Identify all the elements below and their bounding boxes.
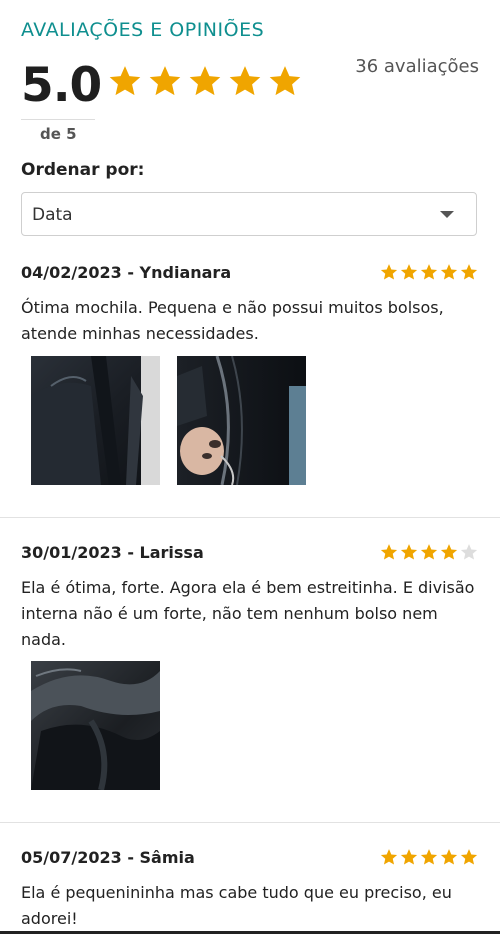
average-score: 5.0 <box>21 58 102 113</box>
review-header: 30/01/2023 - Larissa <box>21 543 204 562</box>
star-filled-icon <box>460 264 478 280</box>
scale-divider <box>21 119 95 120</box>
review-item: 30/01/2023 - Larissa Ela é ótima, forte.… <box>0 543 500 803</box>
star-filled-icon <box>420 849 438 865</box>
review-header: 04/02/2023 - Yndianara <box>21 263 232 282</box>
star-filled-icon <box>400 849 418 865</box>
score-scale: de 5 <box>40 125 77 143</box>
star-filled-icon <box>400 264 418 280</box>
review-photo[interactable] <box>31 356 160 485</box>
star-filled-icon <box>400 544 418 560</box>
review-photo[interactable] <box>177 356 306 485</box>
star-filled-icon <box>440 264 458 280</box>
review-header: 05/07/2023 - Sâmia <box>21 848 195 867</box>
star-filled-icon <box>420 544 438 560</box>
average-stars <box>108 64 302 98</box>
chevron-down-icon <box>440 211 454 218</box>
star-filled-icon <box>380 849 398 865</box>
review-text: Ela é ótima, forte. Agora ela é bem estr… <box>21 578 475 649</box>
star-filled-icon <box>440 849 458 865</box>
review-stars <box>380 848 478 866</box>
star-filled-icon <box>460 849 478 865</box>
star-filled-icon <box>380 264 398 280</box>
reviews-title: AVALIAÇÕES E OPINIÕES <box>21 19 265 41</box>
star-empty-icon <box>460 544 478 560</box>
review-item: 05/07/2023 - Sâmia Ela é pequenininha ma… <box>0 848 500 934</box>
star-filled-icon <box>189 66 221 96</box>
review-stars <box>380 543 478 561</box>
sort-select-value: Data <box>32 205 73 225</box>
review-divider <box>0 822 500 823</box>
review-stars <box>380 263 478 281</box>
sort-select[interactable]: Data <box>21 192 477 236</box>
star-filled-icon <box>269 66 301 96</box>
sort-label: Ordenar por: <box>21 160 145 180</box>
review-divider <box>0 517 500 518</box>
star-filled-icon <box>229 66 261 96</box>
star-filled-icon <box>149 66 181 96</box>
review-text: Ótima mochila. Pequena e não possui muit… <box>21 298 444 343</box>
review-item: 04/02/2023 - Yndianara Ótima mochila. Pe… <box>0 263 500 513</box>
star-filled-icon <box>109 66 141 96</box>
star-filled-icon <box>380 544 398 560</box>
review-count: 36 avaliações <box>355 56 479 77</box>
star-filled-icon <box>420 264 438 280</box>
star-filled-icon <box>440 544 458 560</box>
review-photo[interactable] <box>31 661 160 790</box>
review-text: Ela é pequenininha mas cabe tudo que eu … <box>21 883 452 928</box>
